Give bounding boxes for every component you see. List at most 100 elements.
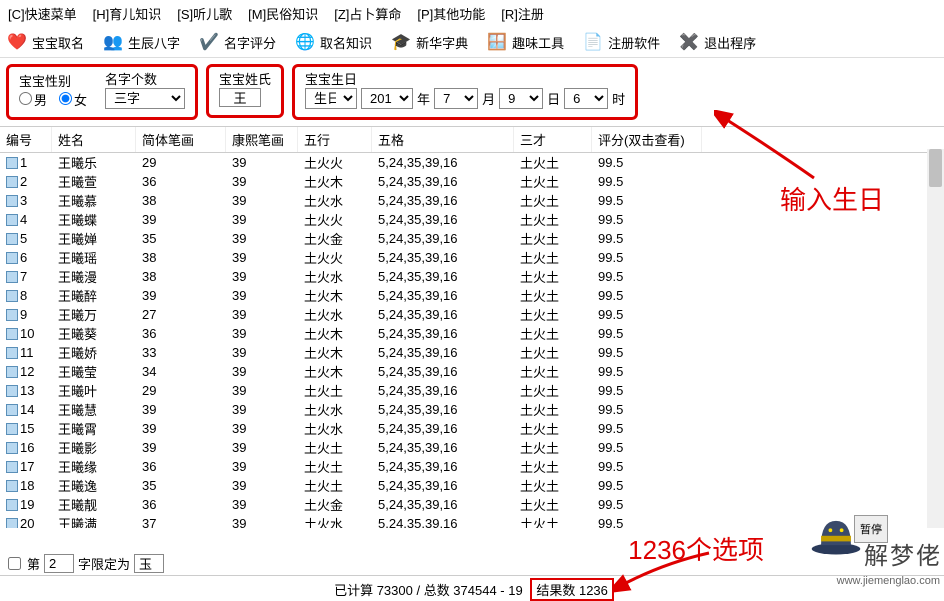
table-row[interactable]: 2王曦萱3639土火木5,24,35,39,16土火土99.5 — [0, 172, 944, 191]
col-header[interactable]: 评分(双击查看) — [592, 127, 702, 152]
tool-label: 退出程序 — [704, 33, 756, 52]
cell: 5,24,35,39,16 — [372, 231, 514, 246]
year-select[interactable]: 201 — [361, 88, 413, 109]
table-row[interactable]: 5王曦婵3539土火金5,24,35,39,16土火土99.5 — [0, 229, 944, 248]
cell: 5,24,35,39,16 — [372, 250, 514, 265]
col-header[interactable]: 三才 — [514, 127, 592, 152]
bottom-filter: 第 字限定为 — [8, 554, 164, 573]
cell: 99.5 — [592, 307, 702, 322]
table-row[interactable]: 18王曦逸3539土火土5,24,35,39,16土火土99.5 — [0, 476, 944, 495]
col-header[interactable]: 编号 — [0, 127, 52, 152]
cell: 王曦萱 — [52, 172, 136, 191]
limit-char-input[interactable] — [134, 554, 164, 573]
tool-label: 趣味工具 — [512, 33, 564, 52]
row-icon — [6, 347, 18, 359]
tool-5[interactable]: 🪟趣味工具 — [486, 31, 564, 53]
cell: 12 — [0, 364, 52, 379]
tool-label: 注册软件 — [608, 33, 660, 52]
table-row[interactable]: 17王曦缘3639土火土5,24,35,39,16土火土99.5 — [0, 457, 944, 476]
count-legend: 名字个数 — [105, 69, 185, 88]
male-radio[interactable]: 男 — [19, 90, 47, 109]
row-icon — [6, 328, 18, 340]
tool-7[interactable]: ✖️退出程序 — [678, 31, 756, 53]
menu-item[interactable]: [S]听儿歌 — [177, 4, 232, 23]
tool-6[interactable]: 📄注册软件 — [582, 31, 660, 53]
scroll-thumb[interactable] — [929, 149, 942, 187]
menu-item[interactable]: [C]快速菜单 — [8, 4, 77, 23]
limit-checkbox[interactable] — [8, 557, 21, 570]
month-select[interactable]: 7 — [434, 88, 478, 109]
menu-item[interactable]: [H]育儿知识 — [93, 4, 162, 23]
cell: 土火火 — [298, 248, 372, 267]
cell: 5 — [0, 231, 52, 246]
table-body[interactable]: 1王曦乐2939土火火5,24,35,39,16土火土99.52王曦萱3639土… — [0, 153, 944, 528]
hour-select[interactable]: 6 — [564, 88, 608, 109]
toolbar: ❤️宝宝取名 👥生辰八字 ✔️名字评分 🌐取名知识 🎓新华字典 🪟趣味工具 📄注册软件 ✖️退… — [0, 27, 944, 58]
table-row[interactable]: 6王曦瑶3839土火火5,24,35,39,16土火土99.5 — [0, 248, 944, 267]
cell: 5,24,35,39,16 — [372, 307, 514, 322]
tool-label: 取名知识 — [320, 33, 372, 52]
table-row[interactable]: 1王曦乐2939土火火5,24,35,39,16土火土99.5 — [0, 153, 944, 172]
menu-item[interactable]: [M]民俗知识 — [248, 4, 318, 23]
menu-item[interactable]: [Z]占卜算命 — [334, 4, 401, 23]
table-row[interactable]: 8王曦醉3939土火木5,24,35,39,16土火土99.5 — [0, 286, 944, 305]
tool-2[interactable]: ✔️名字评分 — [198, 31, 276, 53]
table-row[interactable]: 12王曦莹3439土火木5,24,35,39,16土火土99.5 — [0, 362, 944, 381]
cell: 土火水 — [298, 305, 372, 324]
table-row[interactable]: 4王曦蝶3939土火火5,24,35,39,16土火土99.5 — [0, 210, 944, 229]
cell: 39 — [226, 193, 298, 208]
cell: 王曦漫 — [52, 267, 136, 286]
cell: 99.5 — [592, 212, 702, 227]
table-row[interactable]: 13王曦叶2939土火土5,24,35,39,16土火土99.5 — [0, 381, 944, 400]
count-select[interactable]: 三字 — [105, 88, 185, 109]
status-bar: 已计算 73300 / 总数 374544 - 19 结果数 1236 — [0, 575, 944, 595]
cell: 土火土 — [298, 476, 372, 495]
cell: 39 — [136, 421, 226, 436]
female-radio[interactable]: 女 — [59, 90, 87, 109]
table-row[interactable]: 19王曦靓3639土火金5,24,35,39,16土火土99.5 — [0, 495, 944, 514]
cell: 36 — [136, 459, 226, 474]
col-header[interactable]: 五行 — [298, 127, 372, 152]
cell: 19 — [0, 497, 52, 512]
cell: 39 — [226, 440, 298, 455]
table-row[interactable]: 7王曦漫3839土火水5,24,35,39,16土火土99.5 — [0, 267, 944, 286]
cell: 王曦婵 — [52, 229, 136, 248]
cell: 35 — [136, 478, 226, 493]
table-row[interactable]: 14王曦慧3939土火水5,24,35,39,16土火土99.5 — [0, 400, 944, 419]
tool-icon: 👥 — [102, 31, 124, 53]
cell: 土火土 — [514, 305, 592, 324]
cell: 王曦叶 — [52, 381, 136, 400]
cell: 99.5 — [592, 497, 702, 512]
col-header[interactable]: 简体笔画 — [136, 127, 226, 152]
tool-icon: 🌐 — [294, 31, 316, 53]
table-row[interactable]: 16王曦影3939土火土5,24,35,39,16土火土99.5 — [0, 438, 944, 457]
cell: 39 — [136, 440, 226, 455]
tool-4[interactable]: 🎓新华字典 — [390, 31, 468, 53]
col-header[interactable]: 康熙笔画 — [226, 127, 298, 152]
menu-item[interactable]: [R]注册 — [501, 4, 544, 23]
cell: 王曦万 — [52, 305, 136, 324]
cell: 39 — [226, 421, 298, 436]
day-select[interactable]: 9 — [499, 88, 543, 109]
cell: 5,24,35,39,16 — [372, 212, 514, 227]
tool-3[interactable]: 🌐取名知识 — [294, 31, 372, 53]
tool-1[interactable]: 👥生辰八字 — [102, 31, 180, 53]
menu-item[interactable]: [P]其他功能 — [417, 4, 485, 23]
table-row[interactable]: 20王曦满3739土火水5,24,35,39,16土火土99.5 — [0, 514, 944, 528]
col-header[interactable]: 姓名 — [52, 127, 136, 152]
table-row[interactable]: 10王曦葵3639土火木5,24,35,39,16土火土99.5 — [0, 324, 944, 343]
surname-input[interactable] — [219, 88, 261, 107]
col-header[interactable]: 五格 — [372, 127, 514, 152]
cell: 土火土 — [514, 438, 592, 457]
birth-type-select[interactable]: 生日 — [305, 88, 357, 109]
cell: 99.5 — [592, 345, 702, 360]
scrollbar[interactable] — [927, 149, 944, 528]
table-row[interactable]: 11王曦娇3339土火木5,24,35,39,16土火土99.5 — [0, 343, 944, 362]
table-row[interactable]: 9王曦万2739土火水5,24,35,39,16土火土99.5 — [0, 305, 944, 324]
table-row[interactable]: 3王曦慕3839土火水5,24,35,39,16土火土99.5 — [0, 191, 944, 210]
row-icon — [6, 195, 18, 207]
limit-pos-input[interactable] — [44, 554, 74, 573]
cell: 5,24,35,39,16 — [372, 269, 514, 284]
table-row[interactable]: 15王曦霄3939土火水5,24,35,39,16土火土99.5 — [0, 419, 944, 438]
tool-0[interactable]: ❤️宝宝取名 — [6, 31, 84, 53]
